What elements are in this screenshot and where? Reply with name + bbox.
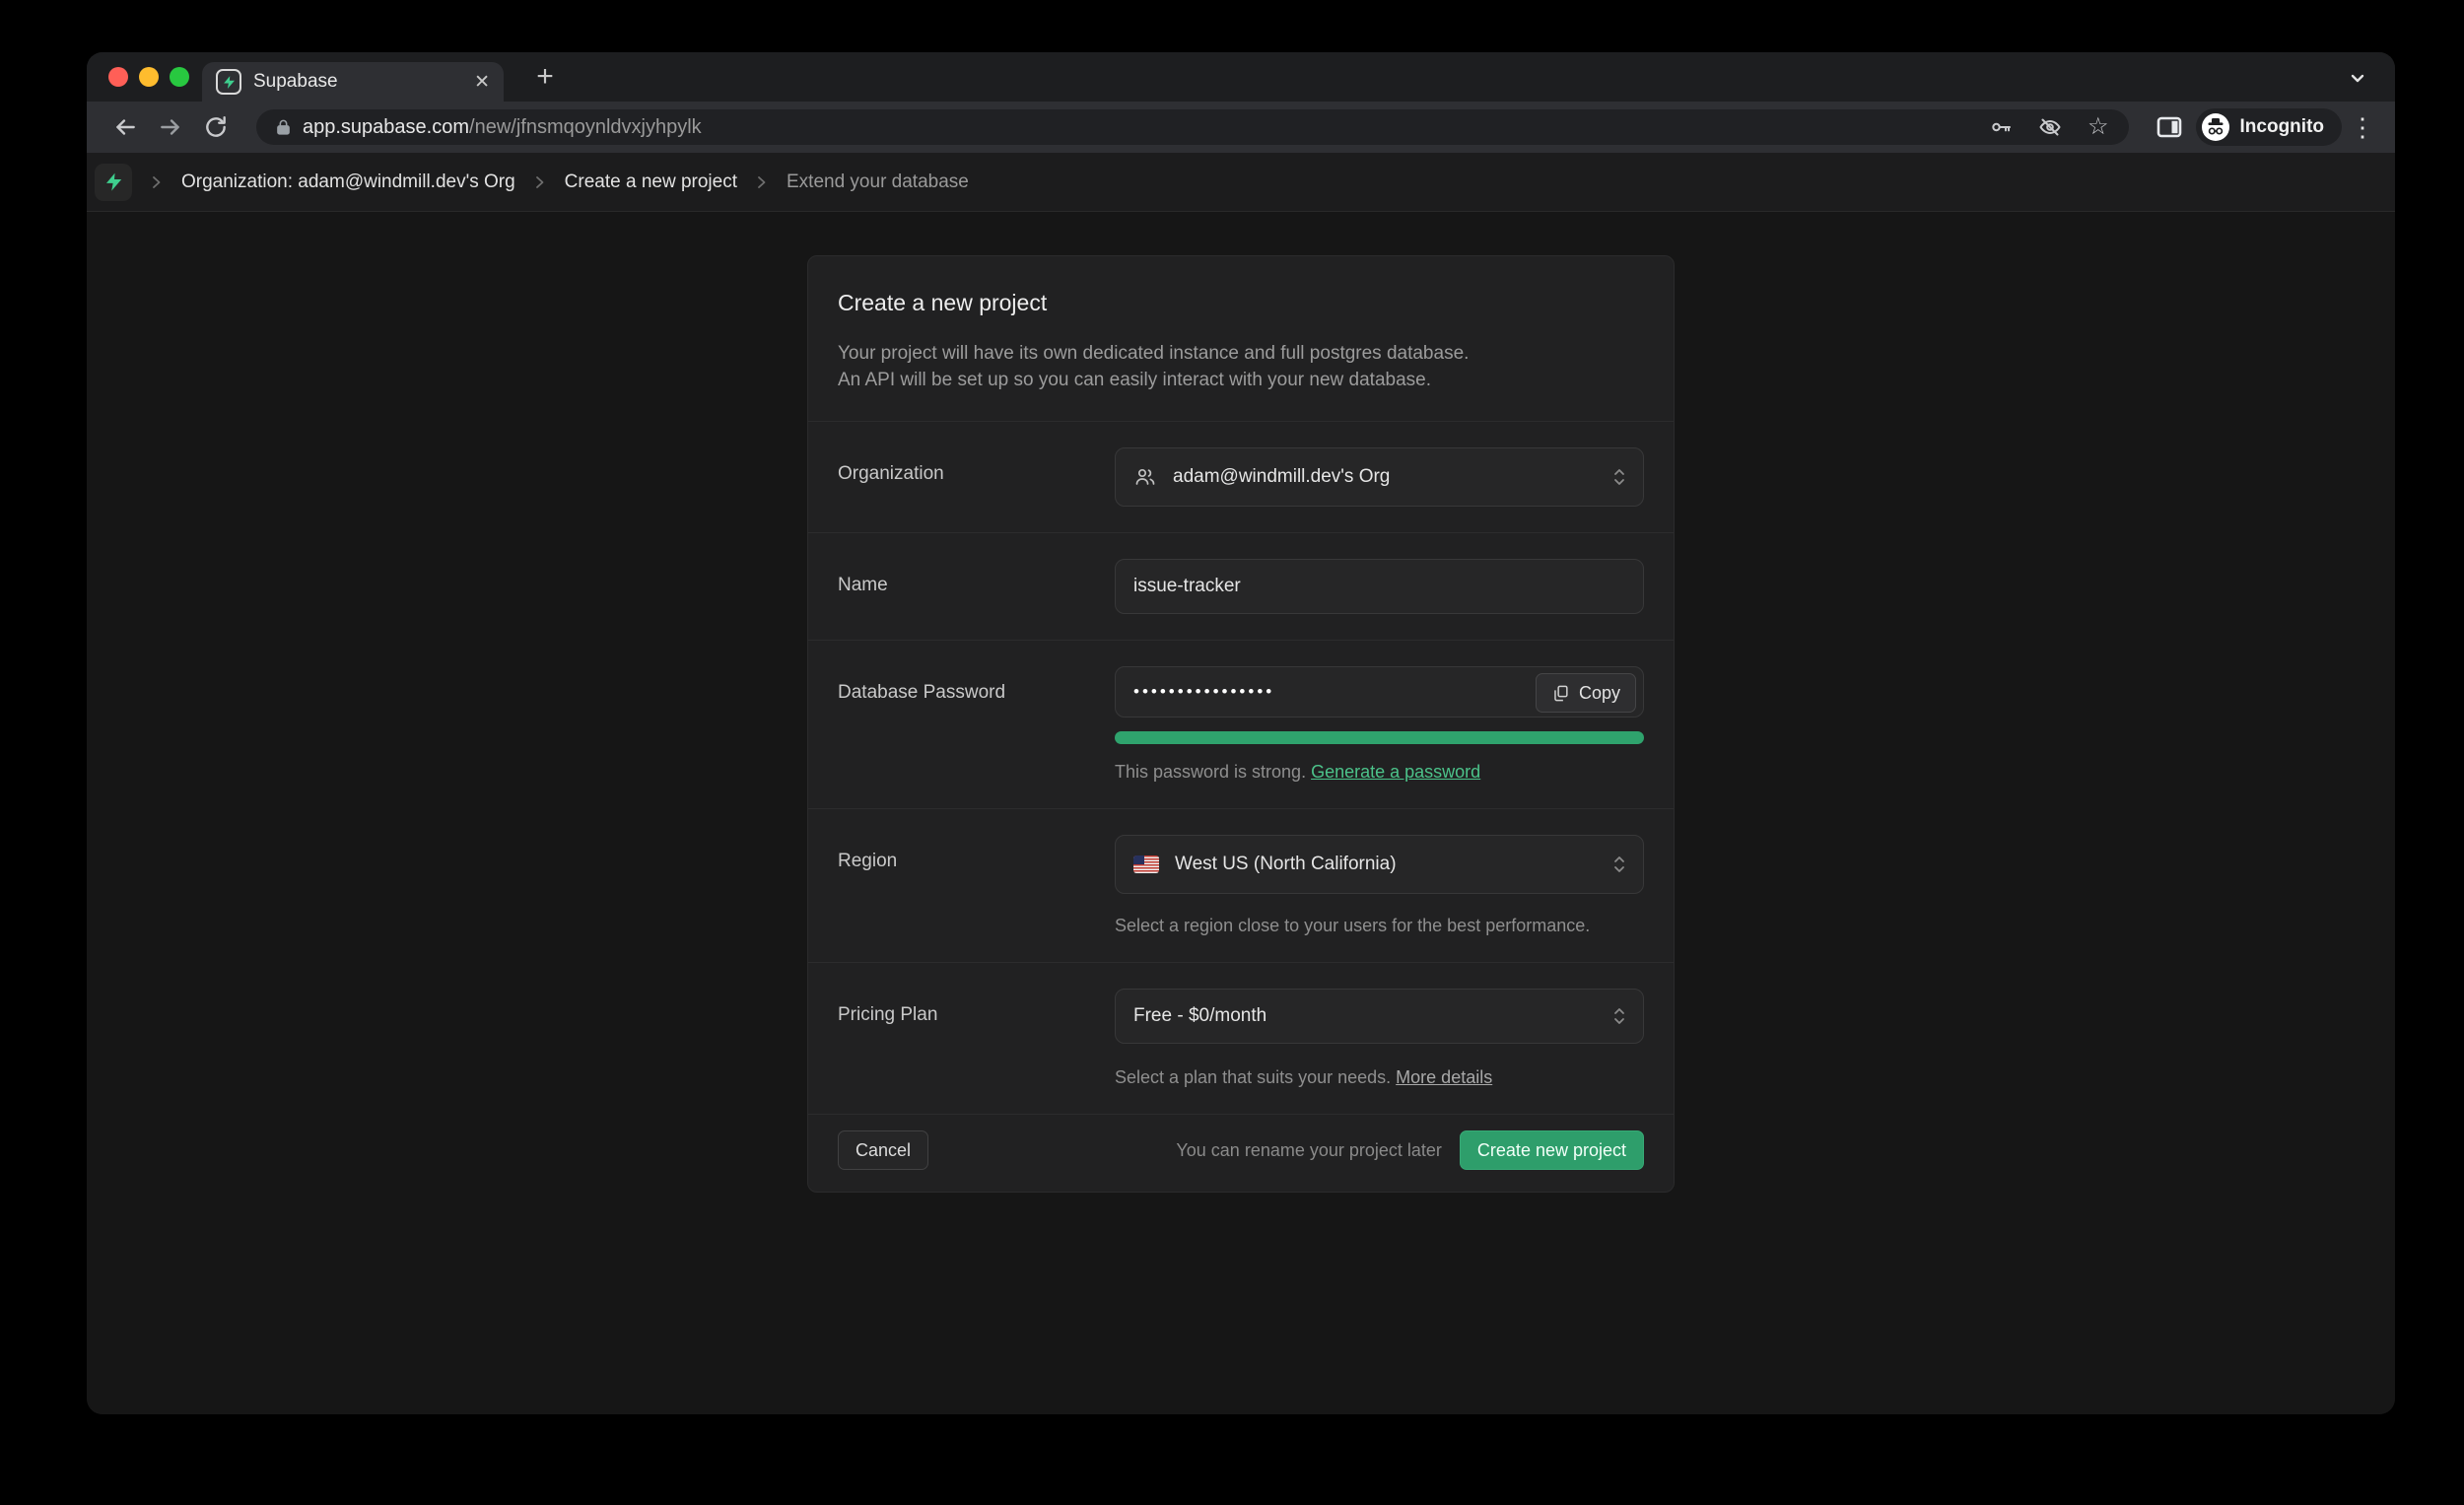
organization-select[interactable]: adam@windmill.dev's Org xyxy=(1115,447,1644,507)
reload-button[interactable] xyxy=(197,108,235,146)
region-label: Region xyxy=(838,835,1115,872)
pricing-select[interactable]: Free - $0/month xyxy=(1115,989,1644,1044)
password-key-icon[interactable] xyxy=(1989,115,2013,139)
password-label: Database Password xyxy=(838,666,1115,704)
select-chevrons-icon xyxy=(1611,854,1627,875)
browser-toolbar: app.supabase.com/new/jfnsmqoynldvxjyhpyl… xyxy=(87,102,2395,153)
create-project-card: Create a new project Your project will h… xyxy=(807,255,1675,1193)
more-details-link[interactable]: More details xyxy=(1396,1067,1492,1087)
organization-value: adam@windmill.dev's Org xyxy=(1173,466,1596,488)
browser-window: Supabase ✕ + app.supabase.com/new/jfnsmq… xyxy=(87,52,2395,1414)
region-helper: Select a region close to your users for … xyxy=(1115,916,1644,936)
copy-button-label: Copy xyxy=(1579,683,1620,704)
chevron-right-icon xyxy=(531,173,549,191)
password-helper: This password is strong. Generate a pass… xyxy=(1115,762,1644,783)
pricing-helper-text: Select a plan that suits your needs. xyxy=(1115,1067,1396,1087)
card-description: Your project will have its own dedicated… xyxy=(838,340,1644,393)
name-label: Name xyxy=(838,559,1115,596)
pricing-row: Pricing Plan Free - $0/month Select a pl… xyxy=(808,963,1674,1114)
organization-label: Organization xyxy=(838,447,1115,485)
minimize-window-button[interactable] xyxy=(139,67,159,87)
password-strength-text: This password is strong. xyxy=(1115,762,1311,782)
copy-password-button[interactable]: Copy xyxy=(1536,673,1636,713)
card-header: Create a new project Your project will h… xyxy=(808,256,1674,421)
browser-menu-icon[interactable]: ⋮ xyxy=(2350,112,2375,143)
cancel-button[interactable]: Cancel xyxy=(838,1130,928,1170)
page-title: Create a new project xyxy=(838,290,1644,316)
side-panel-icon[interactable] xyxy=(2151,108,2188,146)
incognito-spy-icon xyxy=(2201,112,2230,142)
organization-row: Organization adam@windmill.dev's Org xyxy=(808,422,1674,532)
description-line-1: Your project will have its own dedicated… xyxy=(838,340,1644,367)
supabase-favicon-icon xyxy=(216,69,241,95)
breadcrumb-item-extend-database: Extend your database xyxy=(787,171,969,193)
url-bar-actions: ☆ xyxy=(1989,115,2109,139)
footer-right: You can rename your project later Create… xyxy=(1176,1130,1644,1170)
rename-note: You can rename your project later xyxy=(1176,1140,1442,1161)
password-masked-value: •••••••••••••••• xyxy=(1133,682,1274,702)
name-input[interactable]: issue-tracker xyxy=(1115,559,1644,614)
generate-password-link[interactable]: Generate a password xyxy=(1311,762,1480,782)
tab-close-icon[interactable]: ✕ xyxy=(474,73,490,92)
window-controls xyxy=(108,67,189,87)
page-content: Create a new project Your project will h… xyxy=(87,255,2395,1414)
chevron-right-icon xyxy=(148,173,166,191)
close-window-button[interactable] xyxy=(108,67,128,87)
tab-strip: Supabase ✕ + xyxy=(87,52,2395,102)
region-row: Region West US (North California) Select… xyxy=(808,809,1674,962)
breadcrumb: Organization: adam@windmill.dev's Org Cr… xyxy=(87,153,2395,212)
back-button[interactable] xyxy=(106,108,144,146)
url-text: app.supabase.com/new/jfnsmqoynldvxjyhpyl… xyxy=(303,116,1979,139)
us-flag-icon xyxy=(1133,855,1159,873)
maximize-window-button[interactable] xyxy=(170,67,189,87)
card-footer: Cancel You can rename your project later… xyxy=(808,1115,1674,1192)
password-row: Database Password •••••••••••••••• Copy … xyxy=(808,641,1674,808)
region-select[interactable]: West US (North California) xyxy=(1115,835,1644,894)
tab-title: Supabase xyxy=(253,71,462,93)
lock-icon xyxy=(274,118,293,137)
description-line-2: An API will be set up so you can easily … xyxy=(838,367,1644,393)
tab-search-chevron-icon[interactable] xyxy=(2346,66,2369,90)
url-path: /new/jfnsmqoynldvxjyhpylk xyxy=(469,116,702,138)
supabase-logo[interactable] xyxy=(95,164,132,201)
url-host: app.supabase.com xyxy=(303,116,469,138)
eye-off-icon[interactable] xyxy=(2038,115,2062,139)
users-icon xyxy=(1133,465,1157,489)
region-value: West US (North California) xyxy=(1175,854,1596,875)
incognito-badge: Incognito xyxy=(2196,108,2342,146)
select-chevrons-icon xyxy=(1611,466,1627,488)
pricing-helper: Select a plan that suits your needs. Mor… xyxy=(1115,1067,1644,1088)
incognito-label: Incognito xyxy=(2240,116,2324,138)
password-input[interactable]: •••••••••••••••• Copy xyxy=(1115,666,1644,718)
create-new-project-button[interactable]: Create new project xyxy=(1460,1130,1644,1170)
pricing-value: Free - $0/month xyxy=(1133,1005,1596,1027)
name-row: Name issue-tracker xyxy=(808,533,1674,640)
bookmark-star-icon[interactable]: ☆ xyxy=(2088,115,2109,139)
new-tab-button[interactable]: + xyxy=(528,60,562,94)
browser-tab-supabase[interactable]: Supabase ✕ xyxy=(202,62,504,102)
breadcrumb-item-create-project[interactable]: Create a new project xyxy=(565,171,737,193)
breadcrumb-item-organization[interactable]: Organization: adam@windmill.dev's Org xyxy=(181,171,515,193)
chevron-right-icon xyxy=(753,173,771,191)
pricing-label: Pricing Plan xyxy=(838,989,1115,1026)
select-chevrons-icon xyxy=(1611,1005,1627,1027)
forward-button[interactable] xyxy=(152,108,189,146)
password-strength-bar xyxy=(1115,731,1644,744)
url-bar[interactable]: app.supabase.com/new/jfnsmqoynldvxjyhpyl… xyxy=(256,109,2129,145)
name-value: issue-tracker xyxy=(1133,576,1241,597)
